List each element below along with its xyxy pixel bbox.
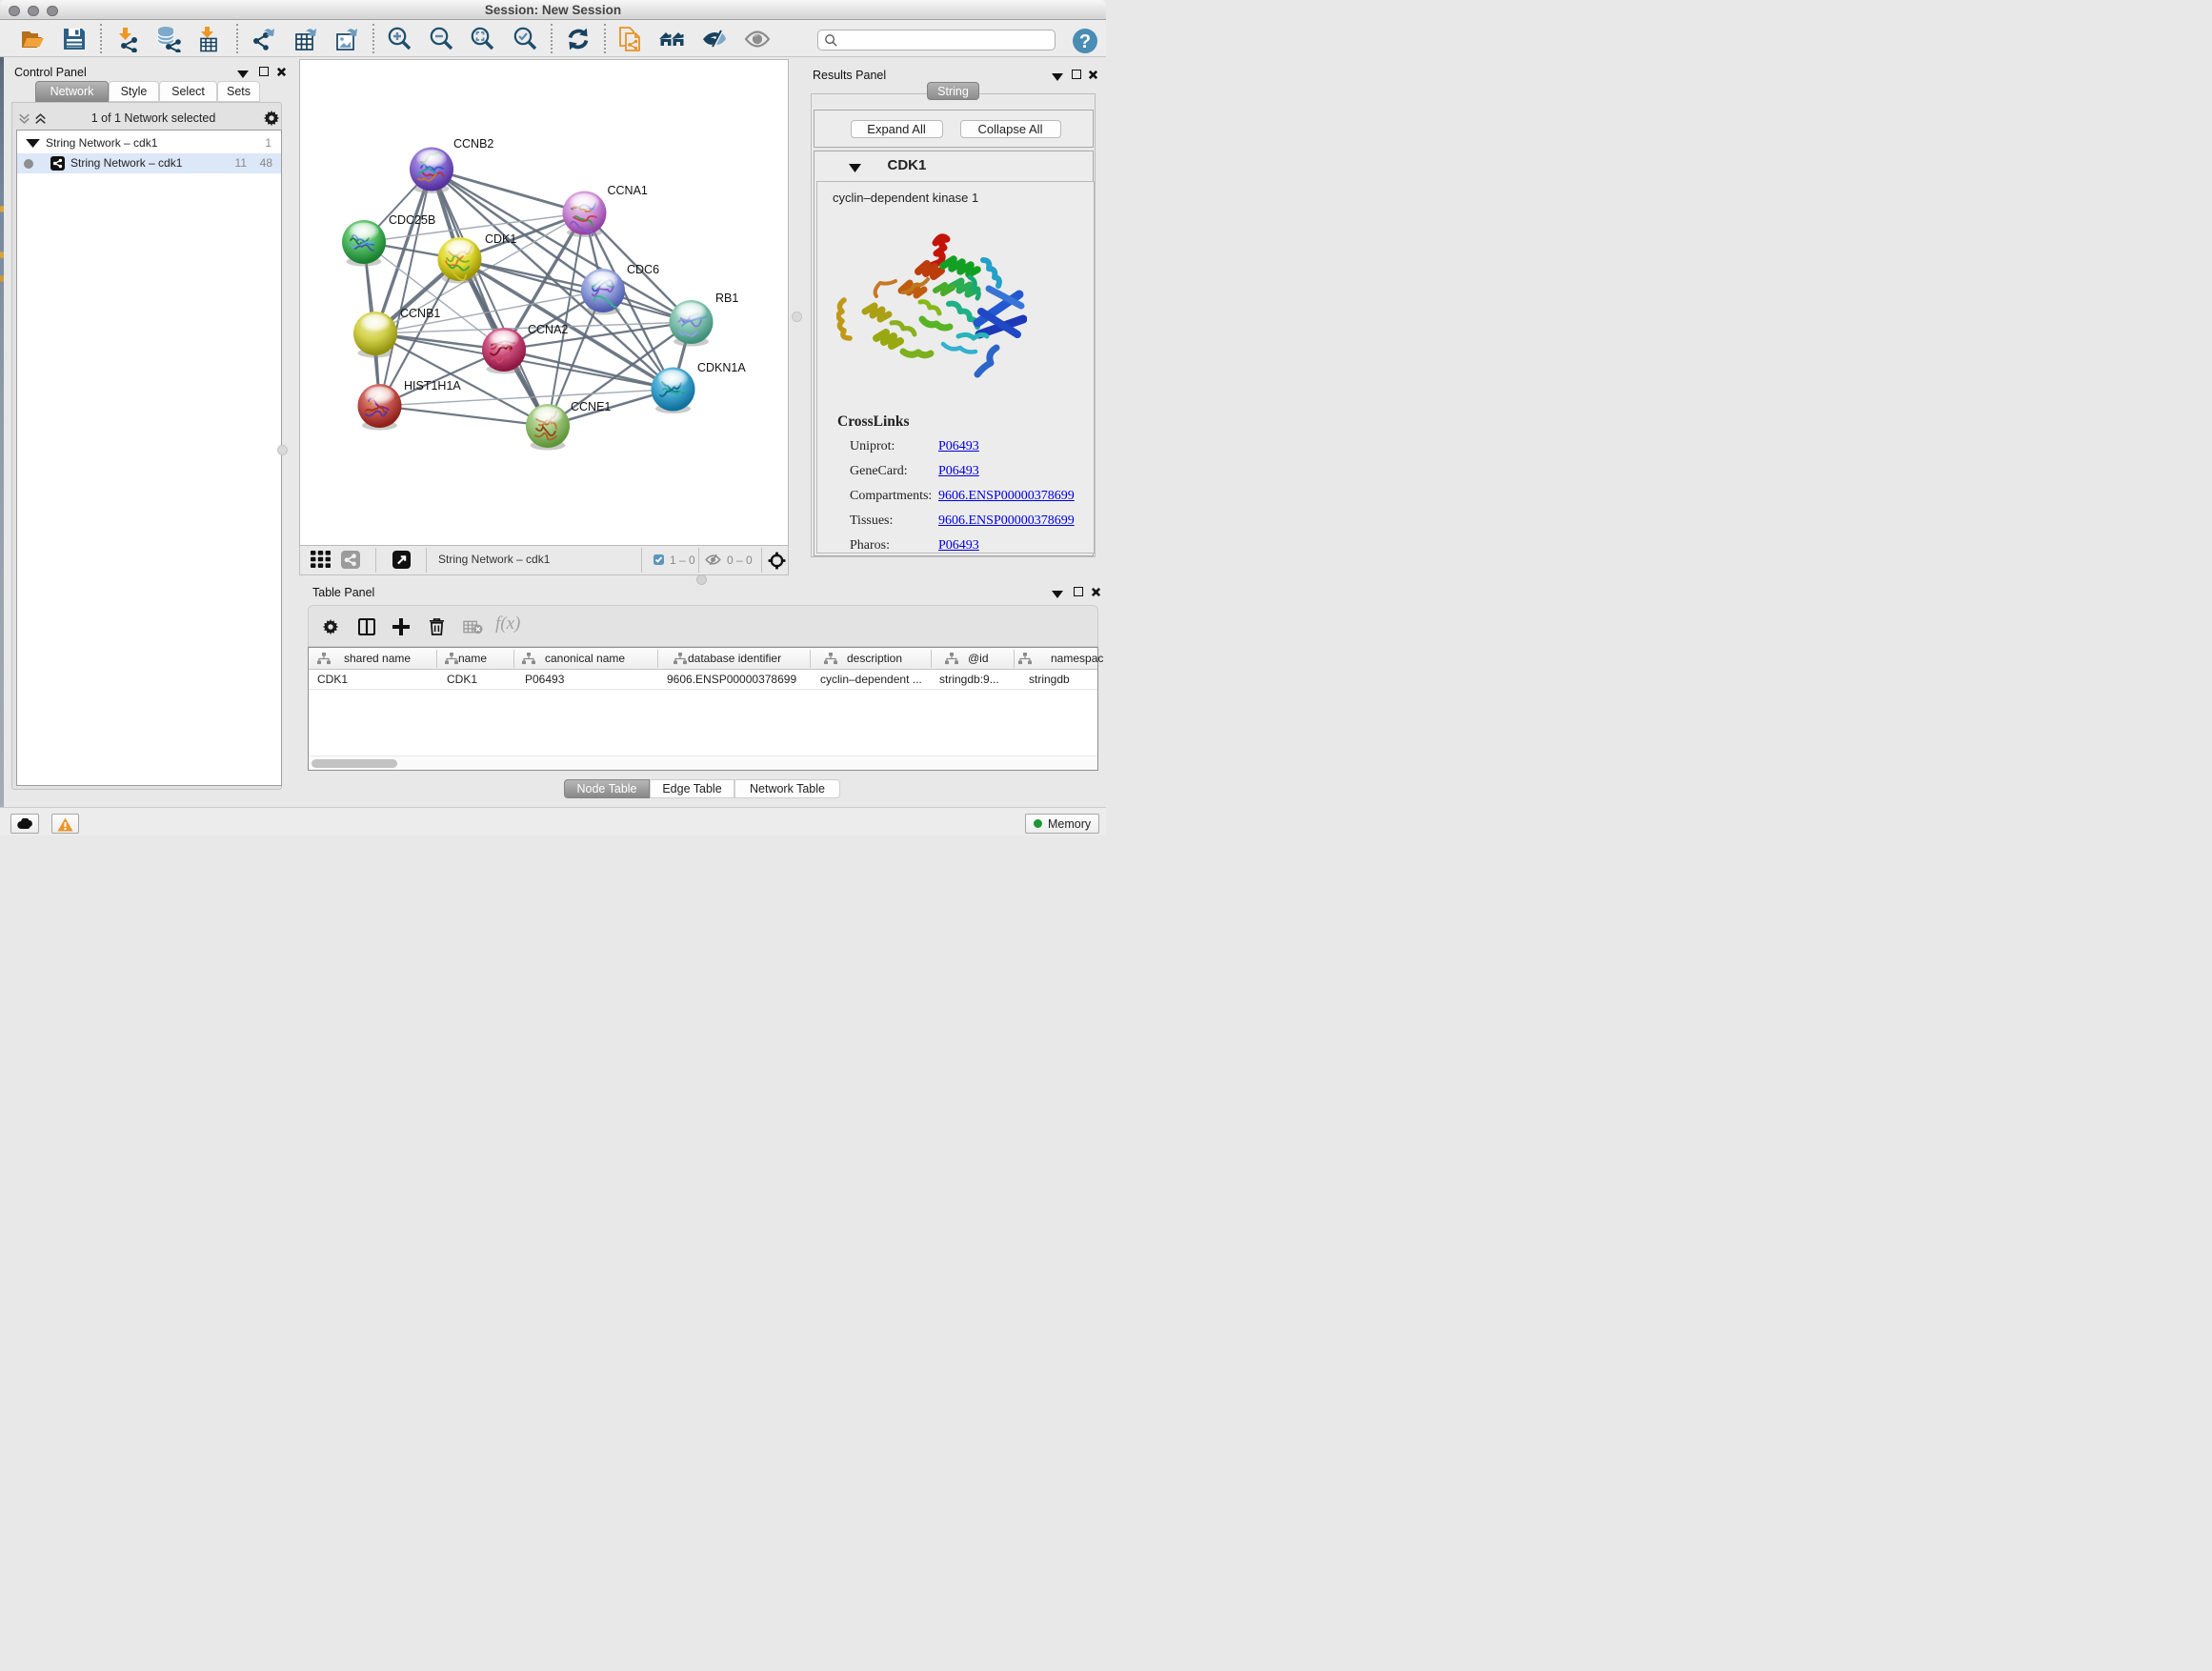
svg-text:CDC6: CDC6 [627,263,659,276]
svg-text:CCNE1: CCNE1 [571,400,611,413]
svg-text:CCNB2: CCNB2 [453,137,493,151]
svg-text:CCNA2: CCNA2 [528,323,568,336]
svg-text:CCNB1: CCNB1 [400,307,440,320]
svg-text:RB1: RB1 [715,292,738,305]
svg-text:CDC25B: CDC25B [389,213,435,227]
svg-text:CDKN1A: CDKN1A [697,361,746,374]
svg-text:CCNA1: CCNA1 [608,184,648,197]
svg-text:?: ? [1079,31,1091,52]
svg-text:HIST1H1A: HIST1H1A [404,379,461,393]
svg-text:CDK1: CDK1 [485,232,516,246]
